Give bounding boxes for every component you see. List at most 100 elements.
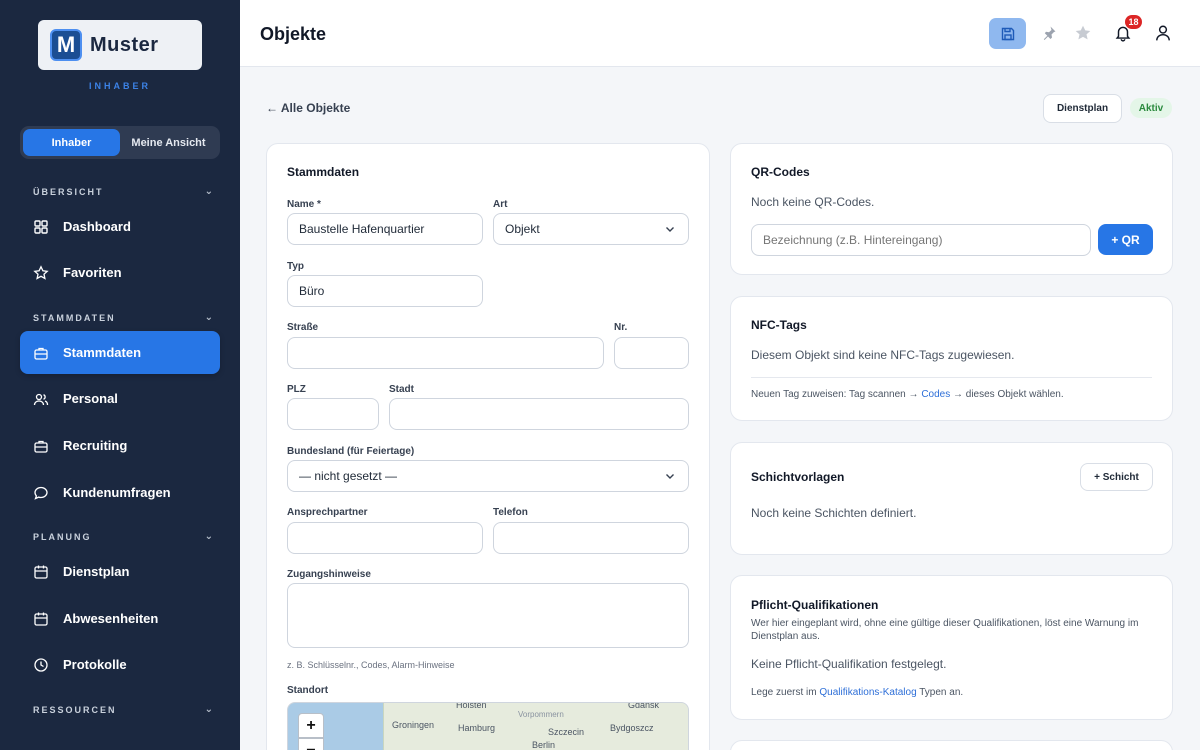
telefon-label: Telefon xyxy=(493,507,528,518)
map-city: Hoisten xyxy=(456,702,487,710)
zugang-textarea[interactable] xyxy=(287,583,689,648)
typ-label: Typ xyxy=(287,261,305,272)
art-label: Art xyxy=(493,199,508,210)
map-city: Berlin xyxy=(532,740,556,750)
map-city: Bydgoszcz xyxy=(610,723,654,733)
name-input[interactable]: Baustelle Hafenquartier xyxy=(287,213,483,245)
ansprechpartner-input[interactable] xyxy=(287,522,483,554)
nfc-hint: Neuen Tag zuweisen: Tag scannen → Codes … xyxy=(751,389,1064,400)
typ-value: Büro xyxy=(299,284,325,298)
name-value: Baustelle Hafenquartier xyxy=(299,222,425,236)
sidebar-item-protokolle[interactable]: Protokolle xyxy=(20,643,220,686)
nfc-hint-text: Neuen Tag zuweisen: Tag scannen → xyxy=(751,389,922,400)
location-map[interactable]: Hoisten Groningen Hamburg Szczecin Bydgo… xyxy=(287,702,689,750)
card-title: Stammdaten xyxy=(287,165,360,179)
sidebar-item-label: Personal xyxy=(63,391,118,406)
standort-label: Standort xyxy=(287,685,329,696)
sidebar-item-stammdaten[interactable]: Stammdaten xyxy=(20,331,220,374)
star-icon[interactable] xyxy=(1072,22,1094,44)
divider xyxy=(751,377,1152,378)
quali-description: Wer hier eingeplant wird, ohne eine gült… xyxy=(751,618,1139,642)
art-select[interactable]: Objekt xyxy=(493,213,689,245)
codes-link[interactable]: Codes xyxy=(921,389,950,400)
dienstplan-button[interactable]: Dienstplan xyxy=(1043,94,1122,123)
stadt-label: Stadt xyxy=(389,384,414,395)
section-planung[interactable]: PLANUNG ⌄ xyxy=(33,531,213,542)
pflicht-qualifikationen-card xyxy=(730,575,1173,720)
notification-badge: 18 xyxy=(1125,15,1142,29)
strasse-input[interactable] xyxy=(287,337,604,369)
status-badge: Aktiv xyxy=(1130,98,1172,118)
typ-input[interactable]: Büro xyxy=(287,275,483,307)
telefon-input[interactable] xyxy=(493,522,689,554)
sidebar-item-dashboard[interactable]: Dashboard xyxy=(20,205,220,248)
stadt-input[interactable] xyxy=(389,398,689,430)
zoom-out-button[interactable]: − xyxy=(298,738,324,750)
card-title: Pflicht-Qualifikationen xyxy=(751,598,879,612)
section-stammdaten[interactable]: STAMMDATEN ⌄ xyxy=(33,312,213,323)
plz-label: PLZ xyxy=(287,384,306,395)
sidebar-item-label: Dienstplan xyxy=(63,564,130,579)
briefcase-icon xyxy=(33,345,49,361)
back-link[interactable]: ← Alle Objekte xyxy=(266,101,350,115)
sidebar: M Muster INHABER Inhaber Meine Ansicht Ü… xyxy=(0,0,240,750)
quali-hint-text: Typen an. xyxy=(916,687,964,698)
bundesland-select[interactable]: — nicht gesetzt — xyxy=(287,460,689,492)
section-ressourcen[interactable]: RESSOURCEN ⌄ xyxy=(33,704,213,715)
section-label: PLANUNG xyxy=(33,531,92,542)
card-title: NFC-Tags xyxy=(751,318,807,332)
sidebar-item-dienstplan[interactable]: Dienstplan xyxy=(20,550,220,593)
ansprechpartner-label: Ansprechpartner xyxy=(287,507,368,518)
sidebar-item-personal[interactable]: Personal xyxy=(20,377,220,420)
chevron-down-icon: ⌄ xyxy=(204,312,213,323)
quali-empty-text: Keine Pflicht-Qualifikation festgelegt. xyxy=(751,657,947,671)
topbar: Objekte 18 xyxy=(240,0,1200,67)
sidebar-item-label: Kundenumfragen xyxy=(63,485,171,500)
map-region: Vorpommern xyxy=(518,710,564,719)
sidebar-item-abwesenheiten[interactable]: Abwesenheiten xyxy=(20,597,220,640)
logo[interactable]: M Muster xyxy=(38,20,202,70)
toggle-inhaber[interactable]: Inhaber xyxy=(23,129,120,156)
section-label: ÜBERSICHT xyxy=(33,186,104,197)
sidebar-item-favoriten[interactable]: Favoriten xyxy=(20,251,220,294)
zoom-in-button[interactable]: + xyxy=(298,713,324,738)
qr-name-input[interactable] xyxy=(751,224,1091,256)
calendar-icon xyxy=(33,611,49,627)
user-icon[interactable] xyxy=(1152,22,1174,44)
sidebar-item-recruiting[interactable]: Recruiting xyxy=(20,424,220,467)
next-card xyxy=(730,740,1173,750)
sidebar-item-label: Favoriten xyxy=(63,265,122,280)
toggle-meine-ansicht[interactable]: Meine Ansicht xyxy=(120,129,217,156)
map-city: Hamburg xyxy=(458,723,496,733)
plz-input[interactable] xyxy=(287,398,379,430)
nfc-empty-text: Diesem Objekt sind keine NFC-Tags zugewi… xyxy=(751,348,1015,362)
clock-icon xyxy=(33,657,49,673)
logo-icon: M xyxy=(50,29,82,61)
sidebar-item-kundenumfragen[interactable]: Kundenumfragen xyxy=(20,471,220,514)
bundesland-label: Bundesland (für Feiertage) xyxy=(287,446,415,457)
section-uebersicht[interactable]: ÜBERSICHT ⌄ xyxy=(33,186,213,197)
quali-hint: Lege zuerst im Qualifikations-Katalog Ty… xyxy=(751,687,963,698)
add-schicht-button[interactable]: + Schicht xyxy=(1080,463,1153,491)
schicht-empty-text: Noch keine Schichten definiert. xyxy=(751,506,917,520)
quali-hint-text: Lege zuerst im xyxy=(751,687,820,698)
qr-empty-text: Noch keine QR-Codes. xyxy=(751,195,875,209)
name-label: Name * xyxy=(287,199,321,210)
bundesland-value: — nicht gesetzt — xyxy=(299,469,398,483)
chat-icon xyxy=(33,485,49,501)
card-title: QR-Codes xyxy=(751,165,810,179)
star-icon xyxy=(33,264,49,281)
save-button[interactable] xyxy=(989,18,1026,49)
section-label: RESSOURCEN xyxy=(33,704,117,715)
qualifikations-katalog-link[interactable]: Qualifikations-Katalog xyxy=(819,687,916,698)
nr-input[interactable] xyxy=(614,337,689,369)
chevron-down-icon xyxy=(666,474,674,479)
chevron-down-icon: ⌄ xyxy=(204,186,213,197)
add-qr-button[interactable]: + QR xyxy=(1098,224,1153,255)
nr-label: Nr. xyxy=(614,322,628,333)
zugang-hint: z. B. Schlüsselnr., Codes, Alarm-Hinweis… xyxy=(287,660,455,670)
pin-icon[interactable] xyxy=(1038,22,1060,44)
strasse-label: Straße xyxy=(287,322,319,333)
map-city: Szczecin xyxy=(548,727,585,737)
save-icon xyxy=(1001,27,1014,40)
